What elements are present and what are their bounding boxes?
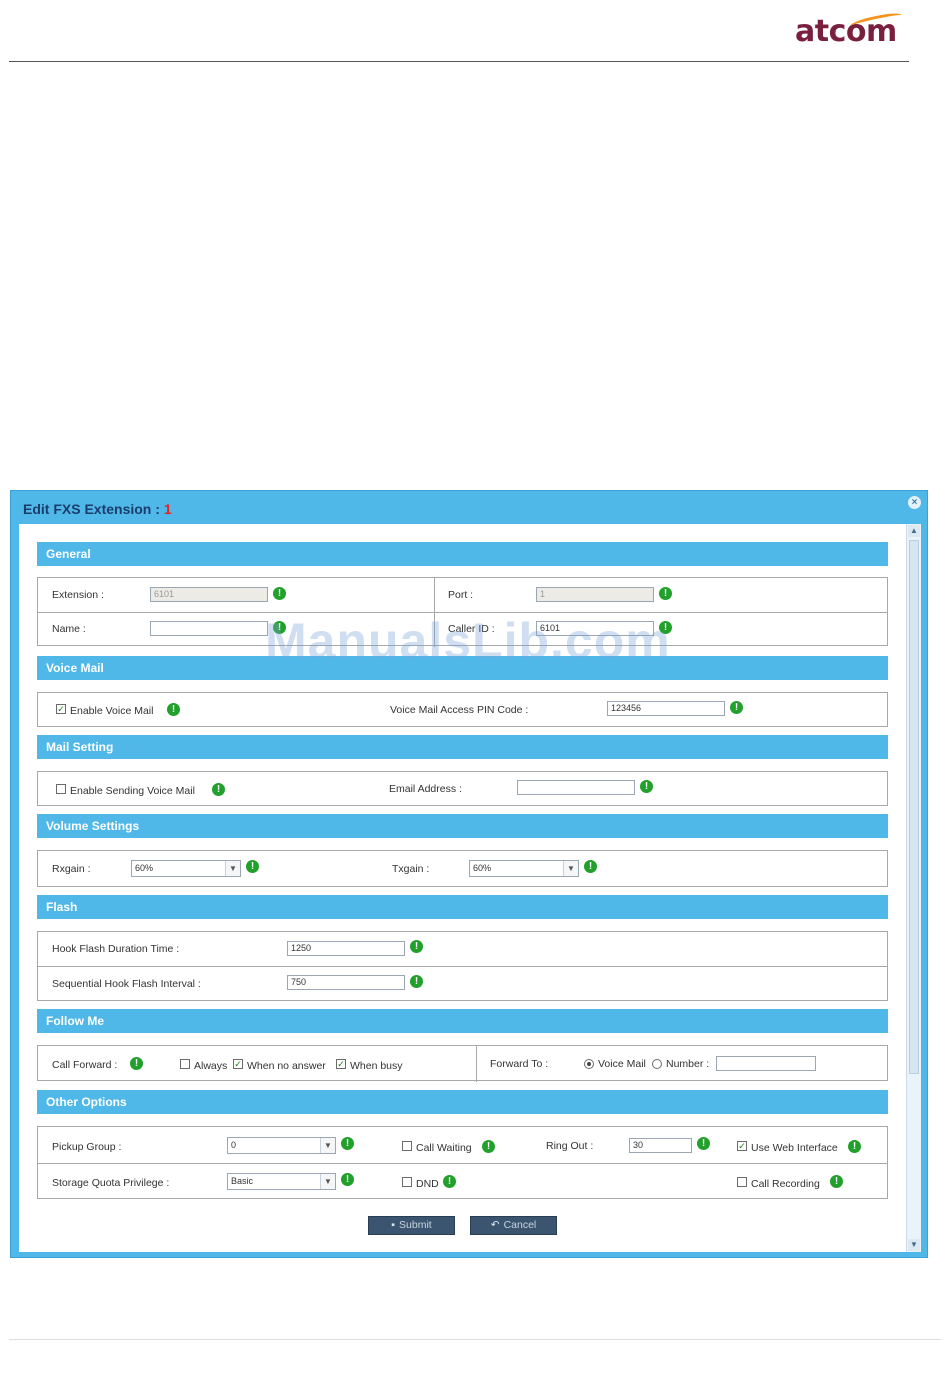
hook-flash-interval-label: Sequential Hook Flash Interval : (52, 978, 201, 990)
followme-box: Call Forward : ! Always ✓ When no answer… (37, 1045, 888, 1082)
help-icon[interactable]: ! (341, 1137, 354, 1150)
always-label: Always (194, 1060, 228, 1072)
help-icon[interactable]: ! (410, 975, 423, 988)
flash-box: Hook Flash Duration Time : 1250 ! Sequen… (37, 931, 888, 1001)
hook-flash-interval-input[interactable]: 750 (287, 975, 405, 990)
txgain-select[interactable]: 60% ▼ (469, 860, 579, 877)
scrollbar[interactable]: ▲ ▼ (906, 524, 921, 1252)
scrollbar-thumb[interactable] (909, 540, 919, 1074)
when-busy-label: When busy (350, 1060, 403, 1072)
forward-voicemail-label: Voice Mail (598, 1058, 646, 1070)
cancel-button[interactable]: ↶ Cancel (470, 1216, 557, 1235)
use-web-interface-label: Use Web Interface (751, 1142, 838, 1154)
pin-label: Voice Mail Access PIN Code : (390, 704, 529, 716)
call-forward-label: Call Forward : (52, 1059, 118, 1071)
help-icon[interactable]: ! (730, 701, 743, 714)
chevron-down-icon: ▼ (320, 1174, 335, 1189)
forward-number-label: Number : (666, 1058, 710, 1070)
section-other-heading: Other Options (37, 1090, 888, 1114)
mail-box: Enable Sending Voice Mail ! Email Addres… (37, 771, 888, 806)
voicemail-box: ✓ Enable Voice Mail ! Voice Mail Access … (37, 692, 888, 727)
always-checkbox[interactable] (180, 1059, 190, 1069)
email-label: Email Address : (389, 783, 462, 795)
submit-button[interactable]: ▪ Submit (368, 1216, 455, 1235)
help-icon[interactable]: ! (830, 1175, 843, 1188)
help-icon[interactable]: ! (659, 587, 672, 600)
chevron-down-icon: ▼ (320, 1138, 335, 1153)
pin-input[interactable]: 123456 (607, 701, 725, 716)
chevron-down-icon: ▼ (563, 861, 578, 876)
enable-sending-voicemail-label: Enable Sending Voice Mail (70, 785, 195, 797)
hook-flash-duration-label: Hook Flash Duration Time : (52, 943, 180, 955)
ring-out-label: Ring Out : (546, 1140, 594, 1152)
forward-number-input[interactable] (716, 1056, 816, 1071)
use-web-interface-checkbox[interactable]: ✓ (737, 1141, 747, 1151)
hook-flash-duration-input[interactable]: 1250 (287, 941, 405, 956)
dnd-label: DND (416, 1178, 439, 1190)
enable-sending-voicemail-checkbox[interactable] (56, 784, 66, 794)
section-followme-heading: Follow Me (37, 1009, 888, 1033)
dnd-checkbox[interactable] (402, 1177, 412, 1187)
forward-voicemail-radio[interactable] (584, 1059, 594, 1069)
dialog-title: Edit FXS Extension : 1 (23, 501, 172, 517)
port-input[interactable]: 1 (536, 587, 654, 602)
enable-voicemail-label: Enable Voice Mail (70, 705, 154, 717)
call-waiting-label: Call Waiting (416, 1142, 472, 1154)
close-icon[interactable]: × (908, 496, 921, 509)
help-icon[interactable]: ! (167, 703, 180, 716)
scroll-up-icon[interactable]: ▲ (908, 525, 920, 537)
save-icon: ▪ (391, 1219, 396, 1231)
section-flash-heading: Flash (37, 895, 888, 919)
call-recording-checkbox[interactable] (737, 1177, 747, 1187)
help-icon[interactable]: ! (584, 860, 597, 873)
enable-voicemail-checkbox[interactable]: ✓ (56, 704, 66, 714)
extension-label: Extension : (52, 589, 104, 601)
name-label: Name : (52, 623, 86, 635)
extension-number: 1 (163, 501, 172, 517)
watermark: ManualsLib.com (265, 613, 671, 669)
edit-fxs-extension-dialog: Edit FXS Extension : 1 × General Extensi… (10, 490, 928, 1258)
port-label: Port : (448, 589, 474, 601)
name-input[interactable] (150, 621, 268, 636)
pickup-group-select[interactable]: 0 ▼ (227, 1137, 336, 1154)
footer-rule (9, 1339, 941, 1340)
other-box: Pickup Group : 0 ▼ ! Call Waiting ! Ring … (37, 1126, 888, 1199)
ring-out-input[interactable]: 30 (629, 1138, 692, 1153)
scroll-down-icon[interactable]: ▼ (908, 1239, 920, 1251)
undo-icon: ↶ (490, 1219, 500, 1231)
help-icon[interactable]: ! (212, 783, 225, 796)
extension-input[interactable]: 6101 (150, 587, 268, 602)
help-icon[interactable]: ! (443, 1175, 456, 1188)
pickup-group-label: Pickup Group : (52, 1141, 122, 1153)
help-icon[interactable]: ! (848, 1140, 861, 1153)
when-no-answer-checkbox[interactable]: ✓ (233, 1059, 243, 1069)
help-icon[interactable]: ! (130, 1057, 143, 1070)
help-icon[interactable]: ! (410, 940, 423, 953)
email-input[interactable] (517, 780, 635, 795)
help-icon[interactable]: ! (482, 1140, 495, 1153)
help-icon[interactable]: ! (341, 1173, 354, 1186)
when-busy-checkbox[interactable]: ✓ (336, 1059, 346, 1069)
help-icon[interactable]: ! (246, 860, 259, 873)
chevron-down-icon: ▼ (225, 861, 240, 876)
call-waiting-checkbox[interactable] (402, 1141, 412, 1151)
storage-quota-select[interactable]: Basic ▼ (227, 1173, 336, 1190)
forward-number-radio[interactable] (652, 1059, 662, 1069)
help-icon[interactable]: ! (697, 1137, 710, 1150)
when-no-answer-label: When no answer (247, 1060, 326, 1072)
storage-quota-label: Storage Quota Privilege : (52, 1177, 170, 1189)
section-mail-heading: Mail Setting (37, 735, 888, 759)
call-recording-label: Call Recording (751, 1178, 820, 1190)
forward-to-label: Forward To : (490, 1058, 549, 1070)
help-icon[interactable]: ! (273, 587, 286, 600)
section-volume-heading: Volume Settings (37, 814, 888, 838)
txgain-label: Txgain : (392, 863, 430, 875)
help-icon[interactable]: ! (640, 780, 653, 793)
volume-box: Rxgain : 60% ▼ ! Txgain : 60% ▼ ! (37, 850, 888, 887)
rxgain-select[interactable]: 60% ▼ (131, 860, 241, 877)
rxgain-label: Rxgain : (52, 863, 91, 875)
section-general-heading: General (37, 542, 888, 566)
header-rule (9, 61, 909, 62)
